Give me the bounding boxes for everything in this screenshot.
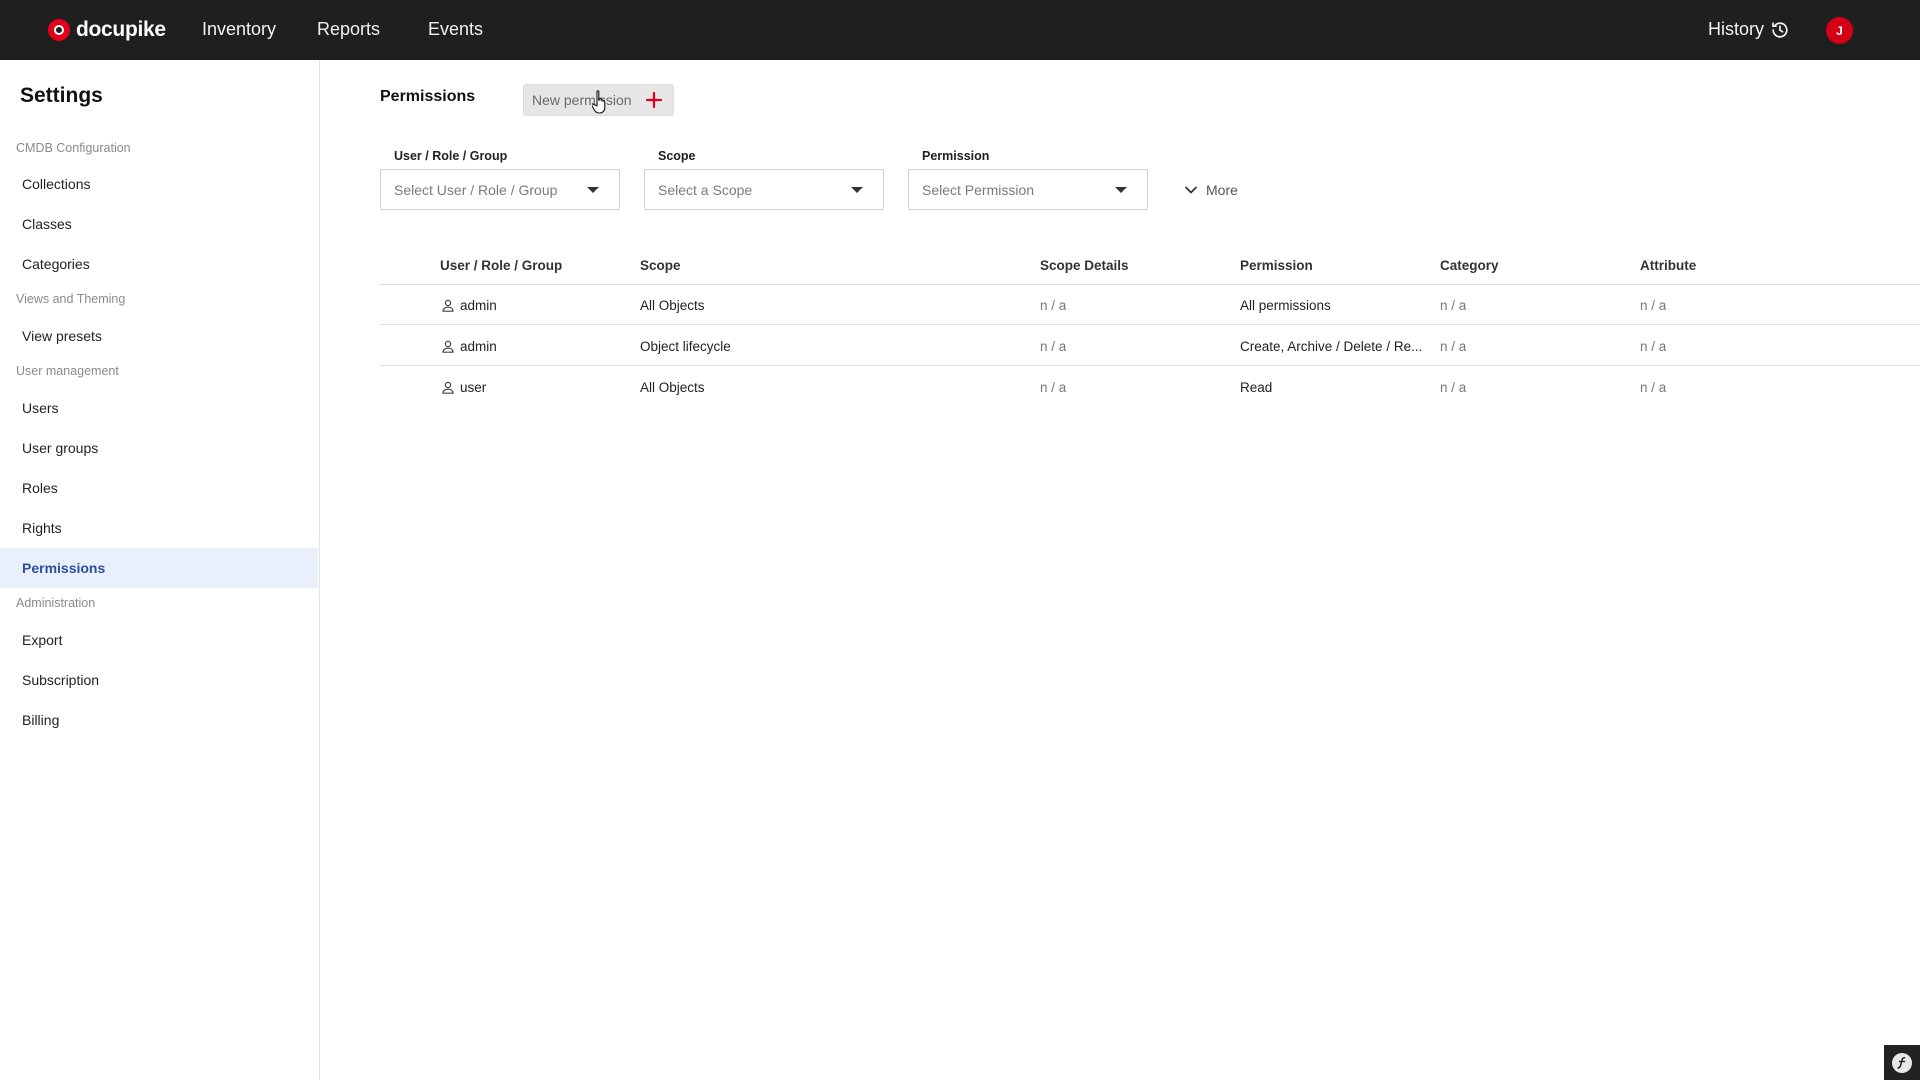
cell-attribute: n / a (1640, 298, 1667, 313)
cell-scope: Object lifecycle (640, 339, 731, 354)
table-row[interactable]: user All Objects n / a Read n / a n / a (380, 367, 1920, 407)
sidebar-item-billing[interactable]: Billing (0, 700, 318, 740)
cell-scope-details: n / a (1040, 339, 1067, 354)
chevron-down-icon (1185, 186, 1197, 194)
history-clock-icon (1772, 21, 1788, 38)
mouse-pointer-hand-icon (592, 90, 606, 114)
nav-events[interactable]: Events (428, 19, 483, 40)
cell-permission: Read (1240, 380, 1273, 395)
nav-reports[interactable]: Reports (317, 19, 380, 40)
cell-category: n / a (1440, 380, 1467, 395)
cell-attribute: n / a (1640, 339, 1667, 354)
docupike-logo[interactable]: docupike (48, 18, 166, 42)
cell-scope: All Objects (640, 298, 705, 313)
cell-scope-details: n / a (1040, 298, 1067, 313)
user-icon (442, 381, 454, 394)
column-header-permission[interactable]: Permission (1240, 258, 1313, 273)
column-header-subject[interactable]: User / Role / Group (440, 258, 562, 273)
sidebar-group-administration: Administration (16, 596, 96, 610)
column-header-attribute[interactable]: Attribute (1640, 258, 1696, 273)
more-filters-label: More (1206, 182, 1238, 198)
nav-inventory[interactable]: Inventory (202, 19, 276, 40)
top-navigation-bar: docupike Inventory Reports Events Histor… (0, 0, 1920, 60)
sidebar-item-export[interactable]: Export (0, 620, 318, 660)
sidebar-item-roles[interactable]: Roles (0, 468, 318, 508)
sidebar-item-collections[interactable]: Collections (0, 164, 318, 204)
filter-subject-label: User / Role / Group (394, 149, 508, 163)
user-icon (442, 340, 454, 353)
user-icon (442, 299, 454, 312)
cell-subject: user (460, 380, 487, 395)
scope-select-placeholder: Select a Scope (658, 181, 753, 198)
filter-permission-label: Permission (922, 149, 990, 163)
cell-subject: admin (460, 298, 497, 313)
subject-select[interactable]: Select User / Role / Group (380, 169, 620, 210)
sidebar-item-categories[interactable]: Categories (0, 244, 318, 284)
table-row[interactable]: admin Object lifecycle n / a Create, Arc… (380, 326, 1920, 366)
column-header-category[interactable]: Category (1440, 258, 1499, 273)
sidebar-item-permissions[interactable]: Permissions (0, 548, 318, 588)
sidebar-item-subscription[interactable]: Subscription (0, 660, 318, 700)
cell-subject: admin (460, 339, 497, 354)
table-row[interactable]: admin All Objects n / a All permissions … (380, 285, 1920, 325)
sidebar-group-user-management: User management (16, 364, 119, 378)
plus-icon (645, 91, 663, 109)
settings-sidebar: Settings CMDB Configuration Collections … (0, 60, 320, 1080)
cell-scope-details: n / a (1040, 380, 1067, 395)
caret-down-icon (587, 187, 599, 193)
subject-select-placeholder: Select User / Role / Group (394, 181, 558, 198)
cell-permission: Create, Archive / Delete / Re... (1240, 339, 1423, 354)
column-header-scope[interactable]: Scope (640, 258, 681, 273)
cell-category: n / a (1440, 298, 1467, 313)
sidebar-title: Settings (20, 84, 103, 107)
sidebar-item-view-presets[interactable]: View presets (0, 316, 318, 356)
docupike-logo-icon (48, 19, 70, 41)
sidebar-item-classes[interactable]: Classes (0, 204, 318, 244)
cell-scope: All Objects (640, 380, 705, 395)
user-avatar[interactable]: J (1826, 17, 1853, 44)
more-filters-toggle[interactable]: More (1184, 182, 1238, 198)
scope-select[interactable]: Select a Scope (644, 169, 884, 210)
debug-toolbar-badge[interactable] (1884, 1045, 1920, 1080)
column-header-scope-details[interactable]: Scope Details (1040, 258, 1129, 273)
brand-name: docupike (76, 18, 166, 41)
history-button[interactable]: History (1708, 19, 1790, 40)
page-title: Permissions (380, 88, 476, 105)
filter-scope-label: Scope (658, 149, 696, 163)
sidebar-item-users[interactable]: Users (0, 388, 318, 428)
cell-category: n / a (1440, 339, 1467, 354)
caret-down-icon (1115, 187, 1127, 193)
sidebar-group-views-and-theming: Views and Theming (16, 292, 126, 306)
permission-select[interactable]: Select Permission (908, 169, 1148, 210)
permission-select-placeholder: Select Permission (922, 181, 1035, 198)
new-permission-label: New permission (532, 92, 632, 108)
symfony-logo-icon (1892, 1052, 1912, 1073)
cell-attribute: n / a (1640, 380, 1667, 395)
cell-permission: All permissions (1240, 298, 1331, 313)
caret-down-icon (851, 187, 863, 193)
sidebar-group-cmdb-configuration: CMDB Configuration (16, 141, 131, 155)
sidebar-item-rights[interactable]: Rights (0, 508, 318, 548)
sidebar-item-user-groups[interactable]: User groups (0, 428, 318, 468)
history-label: History (1708, 19, 1765, 39)
